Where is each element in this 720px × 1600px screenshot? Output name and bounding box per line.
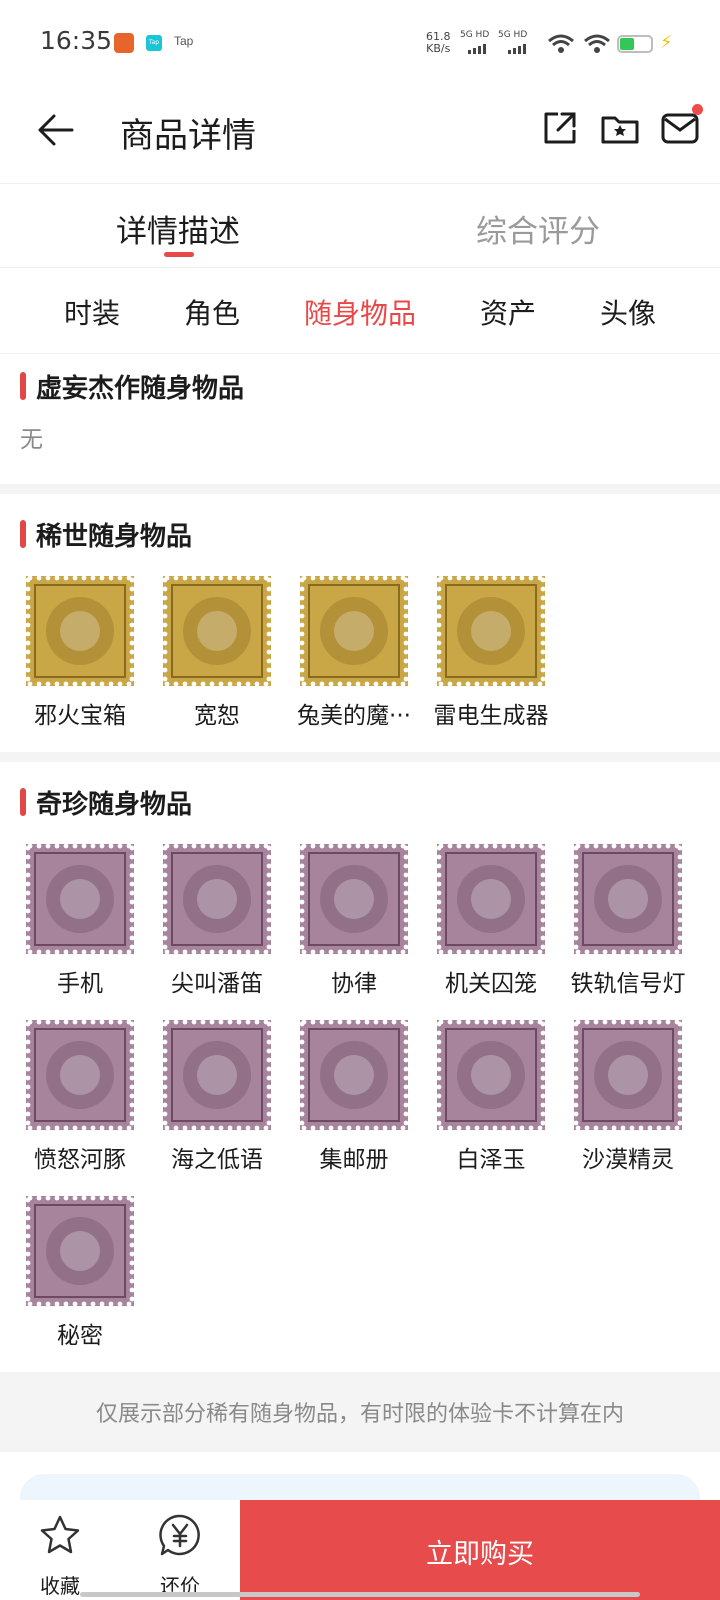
- sim2-label: 5G HD: [498, 30, 528, 40]
- active-tab-indicator: [164, 252, 194, 257]
- section-title: 稀世随身物品: [36, 522, 193, 552]
- app-header: 商品详情: [0, 88, 720, 184]
- tab-avatars[interactable]: 头像: [600, 292, 656, 332]
- unread-badge: [692, 104, 703, 115]
- back-arrow-icon[interactable]: [36, 110, 76, 150]
- pufferfish-icon: [26, 1020, 134, 1130]
- item-name: 邪火宝箱: [34, 703, 126, 729]
- tap-label: Tap: [174, 34, 194, 48]
- masterpiece-section: 虚妄杰作随身物品 无: [0, 354, 720, 484]
- network-speed: 61.8 KB/s: [426, 31, 451, 55]
- item-name: 协律: [331, 971, 377, 997]
- accessory-item[interactable]: 协律: [274, 844, 414, 1004]
- tab-accessories[interactable]: 随身物品: [304, 292, 416, 332]
- signal-lamp-icon: [574, 844, 682, 954]
- accessory-item[interactable]: 雷电生成器: [411, 576, 551, 736]
- accessory-item[interactable]: 机关囚笼: [411, 844, 551, 1004]
- accessory-item[interactable]: 手机: [0, 844, 140, 1004]
- accessory-item[interactable]: 愤怒河豚: [0, 1020, 140, 1180]
- accessory-item[interactable]: 秘密: [0, 1196, 140, 1356]
- accessory-item[interactable]: 铁轨信号灯: [548, 844, 688, 1004]
- section-marker: [20, 520, 26, 548]
- item-name: 沙漠精灵: [582, 1147, 674, 1173]
- wifi-icon: [548, 34, 574, 53]
- accessory-item[interactable]: 宽恕: [137, 576, 277, 736]
- signal-bars-icon: [508, 44, 526, 54]
- favorite-button[interactable]: 收藏: [30, 1512, 90, 1600]
- secret-orb-icon: [26, 1196, 134, 1306]
- accessory-item[interactable]: 沙漠精灵: [548, 1020, 688, 1180]
- favorite-folder-icon[interactable]: [600, 108, 640, 148]
- category-tabs: 时装 角色 随身物品 资产 头像: [0, 268, 720, 354]
- tab-characters[interactable]: 角色: [184, 292, 240, 332]
- bargain-button[interactable]: 还价: [150, 1512, 210, 1600]
- phone-icon: [26, 844, 134, 954]
- section-marker: [20, 788, 26, 816]
- tab-rating[interactable]: 综合评分: [476, 206, 600, 251]
- tab-details[interactable]: 详情描述: [116, 206, 240, 251]
- signal-bars-icon: [468, 44, 486, 54]
- dragonfly-icon: [574, 1020, 682, 1130]
- share-icon[interactable]: [540, 108, 580, 148]
- buy-now-label: 立即购买: [426, 1539, 534, 1570]
- jade-deer-icon: [437, 1020, 545, 1130]
- item-name: 机关囚笼: [445, 971, 537, 997]
- sim1-label: 5G HD: [460, 30, 490, 40]
- magic-wand-icon: [300, 576, 408, 686]
- item-name: 宽恕: [194, 703, 240, 729]
- accessory-item[interactable]: 集邮册: [274, 1020, 414, 1180]
- wifi-icon: [584, 34, 610, 53]
- status-bar: 16:35 Tap Tap 61.8 KB/s 5G HD 5G HD ⚡: [0, 0, 720, 88]
- item-name: 铁轨信号灯: [570, 971, 686, 997]
- tap-notification-icon: Tap: [146, 35, 162, 51]
- status-time: 16:35: [40, 26, 113, 55]
- staff-icon: [163, 576, 271, 686]
- item-name: 愤怒河豚: [34, 1147, 126, 1173]
- lantern-cage-icon: [437, 844, 545, 954]
- buy-now-button[interactable]: 立即购买: [240, 1500, 720, 1600]
- page-title: 商品详情: [120, 116, 256, 156]
- stamp-album-icon: [300, 1020, 408, 1130]
- tab-assets[interactable]: 资产: [480, 292, 536, 332]
- accessory-item[interactable]: 兔美的魔···: [274, 576, 414, 736]
- item-name: 兔美的魔···: [297, 703, 411, 729]
- lightning-generator-icon: [437, 576, 545, 686]
- item-name: 集邮册: [319, 1147, 389, 1173]
- seashell-icon: [163, 1020, 271, 1130]
- treasure-chest-icon: [26, 576, 134, 686]
- empty-text: 无: [20, 427, 43, 453]
- notice-banner: 仅展示部分稀有随身物品，有时限的体验卡不计算在内: [0, 1372, 720, 1452]
- app-notification-icon: [114, 33, 134, 53]
- item-name: 尖叫潘笛: [171, 971, 263, 997]
- tab-outfits[interactable]: 时装: [64, 292, 120, 332]
- section-divider: [0, 484, 720, 494]
- battery-icon: [617, 35, 653, 53]
- bottom-action-bar: 收藏 还价 立即购买: [0, 1500, 720, 1600]
- pan-flute-icon: [163, 844, 271, 954]
- section-marker: [20, 372, 26, 400]
- item-name: 手机: [57, 971, 103, 997]
- item-name: 白泽玉: [456, 1147, 526, 1173]
- charging-icon: ⚡: [660, 32, 673, 53]
- yuan-bubble-icon: [159, 1514, 200, 1556]
- accessory-item[interactable]: 白泽玉: [411, 1020, 551, 1180]
- speed-unit: KB/s: [426, 42, 451, 55]
- item-name: 海之低语: [171, 1147, 263, 1173]
- star-icon: [40, 1515, 80, 1554]
- section-divider: [0, 752, 720, 762]
- accessory-item[interactable]: 尖叫潘笛: [137, 844, 277, 1004]
- music-box-icon: [300, 844, 408, 954]
- home-indicator: [80, 1592, 640, 1597]
- item-name: 秘密: [57, 1323, 103, 1349]
- item-name: 雷电生成器: [433, 703, 549, 729]
- section-title: 奇珍随身物品: [36, 790, 193, 820]
- accessory-item[interactable]: 邪火宝箱: [0, 576, 140, 736]
- accessory-item[interactable]: 海之低语: [137, 1020, 277, 1180]
- notice-text: 仅展示部分稀有随身物品，有时限的体验卡不计算在内: [95, 1402, 624, 1427]
- section-title: 虚妄杰作随身物品: [36, 374, 245, 404]
- main-tabs: 详情描述 综合评分: [0, 184, 720, 268]
